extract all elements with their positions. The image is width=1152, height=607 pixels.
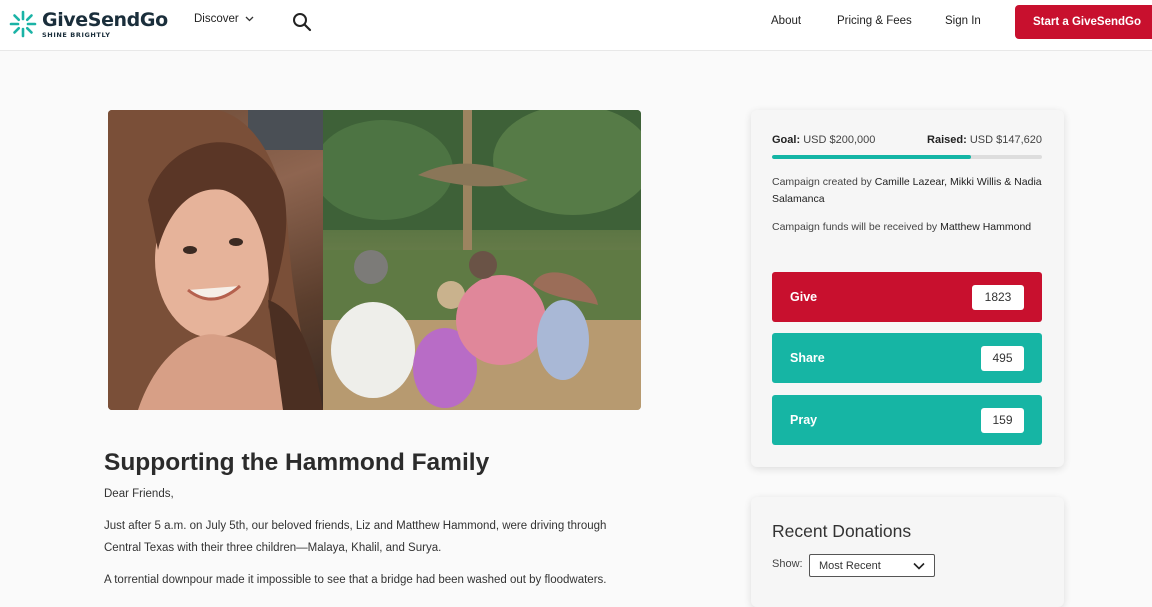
chevron-down-icon: [245, 16, 254, 22]
recipient-name: Matthew Hammond: [940, 221, 1032, 233]
story-paragraph: Dear Friends,: [104, 488, 174, 500]
site-header: GiveSendGo SHINE BRIGHTLY Discover About…: [0, 0, 1152, 51]
chevron-down-icon: [913, 562, 925, 570]
nav-pricing-link[interactable]: Pricing & Fees: [837, 15, 912, 27]
share-count: 495: [981, 345, 1024, 371]
progress-bar: [772, 155, 1042, 159]
recent-donations-card: Recent Donations Show: Most Recent: [751, 497, 1064, 607]
give-label: Give: [790, 290, 818, 304]
givesendgo-logo[interactable]: GiveSendGo SHINE BRIGHTLY: [9, 7, 168, 41]
give-count: 1823: [972, 284, 1024, 310]
nav-signin-link[interactable]: Sign In: [945, 15, 981, 27]
sort-select-value: Most Recent: [819, 559, 881, 572]
donations-sort-select[interactable]: Most Recent: [809, 554, 935, 577]
logo-burst-icon: [9, 10, 37, 38]
logo-tagline: SHINE BRIGHTLY: [42, 30, 111, 39]
recent-donations-title: Recent Donations: [772, 521, 912, 541]
show-label: Show:: [772, 558, 803, 570]
nav-discover-label: Discover: [194, 13, 239, 25]
goal-amount: Goal: USD $200,000: [772, 134, 876, 146]
family-illustration: [323, 110, 641, 410]
campaign-stats-card: Goal: USD $200,000 Raised: USD $147,620 …: [751, 110, 1064, 467]
search-icon[interactable]: [292, 12, 312, 32]
story-paragraph: Just after 5 a.m. on July 5th, our belov…: [104, 520, 607, 554]
family-photo: [323, 110, 641, 410]
start-campaign-button[interactable]: Start a GiveSendGo: [1015, 5, 1152, 39]
goal-raised-row: Goal: USD $200,000 Raised: USD $147,620: [772, 134, 1042, 146]
campaign-hero-image: [108, 110, 641, 410]
pray-count: 159: [981, 407, 1024, 433]
pray-button[interactable]: Pray 159: [772, 395, 1042, 445]
give-button[interactable]: Give 1823: [772, 272, 1042, 322]
campaign-recipient: Campaign funds will be received by Matth…: [772, 221, 1032, 233]
portrait-photo: [108, 110, 323, 410]
campaign-creators: Campaign created by Camille Lazear, Mikk…: [772, 176, 1042, 205]
portrait-illustration: [108, 110, 323, 410]
share-label: Share: [790, 351, 825, 365]
campaign-title: Supporting the Hammond Family: [104, 449, 490, 476]
nav-about-link[interactable]: About: [771, 15, 801, 27]
progress-bar-fill: [772, 155, 972, 159]
logo-wordmark: GiveSendGo: [42, 8, 168, 31]
share-button[interactable]: Share 495: [772, 333, 1042, 383]
raised-amount: Raised: USD $147,620: [927, 134, 1042, 146]
nav-discover-menu[interactable]: Discover: [194, 13, 254, 25]
pray-label: Pray: [790, 413, 818, 427]
story-paragraph: A torrential downpour made it impossible…: [104, 574, 607, 586]
